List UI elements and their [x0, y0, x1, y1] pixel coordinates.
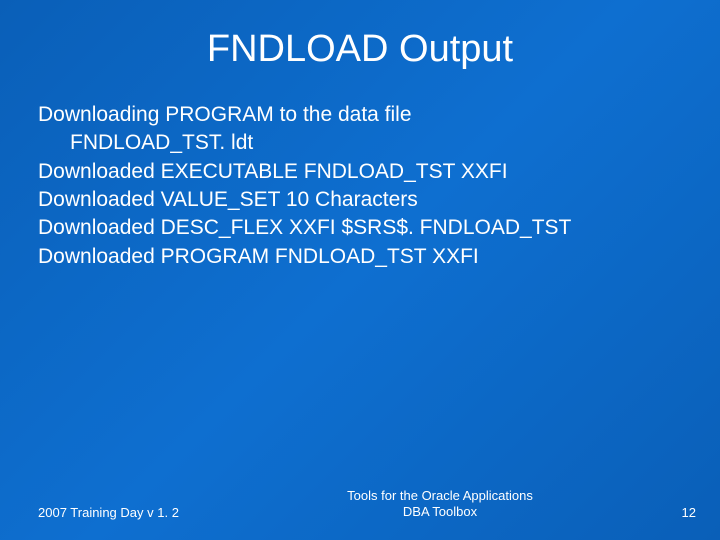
page-number: 12 [660, 505, 720, 520]
output-line: Downloading PROGRAM to the data file [38, 101, 682, 129]
slide-title: FNDLOAD Output [0, 0, 720, 101]
output-line: Downloaded DESC_FLEX XXFI $SRS$. FNDLOAD… [38, 214, 682, 242]
output-line: Downloaded EXECUTABLE FNDLOAD_TST XXFI [38, 158, 682, 186]
footer-left: 2007 Training Day v 1. 2 [0, 505, 220, 520]
footer-center-line1: Tools for the Oracle Applications [220, 488, 660, 504]
footer-center: Tools for the Oracle Applications DBA To… [220, 488, 660, 521]
slide-footer: 2007 Training Day v 1. 2 Tools for the O… [0, 488, 720, 521]
output-line: Downloaded VALUE_SET 10 Characters [38, 186, 682, 214]
slide: FNDLOAD Output Downloading PROGRAM to th… [0, 0, 720, 540]
output-line: FNDLOAD_TST. ldt [38, 129, 682, 157]
footer-center-line2: DBA Toolbox [220, 504, 660, 520]
output-line: Downloaded PROGRAM FNDLOAD_TST XXFI [38, 243, 682, 271]
slide-body: Downloading PROGRAM to the data file FND… [0, 101, 720, 271]
